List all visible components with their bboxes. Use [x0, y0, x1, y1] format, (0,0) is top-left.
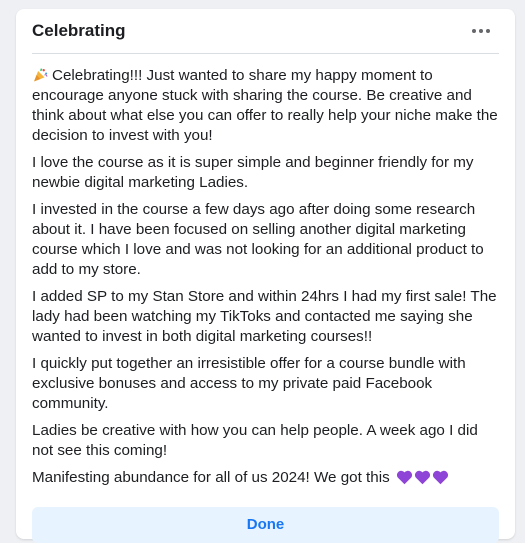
post-paragraph: I quickly put together an irresistible o… [32, 355, 466, 412]
purple-heart-icon [432, 470, 448, 485]
post-paragraph: Celebrating!!! Just wanted to share my h… [32, 66, 501, 146]
post-header: Celebrating [32, 9, 499, 54]
more-dot [479, 29, 483, 33]
more-horizontal-icon [472, 29, 476, 33]
purple-heart-icon [396, 470, 412, 485]
post-body: Celebrating!!! Just wanted to share my h… [32, 66, 501, 495]
post-paragraph: I love the course as it is super simple … [32, 154, 474, 191]
hearts-group [396, 469, 449, 486]
more-dot [486, 29, 490, 33]
more-options-button[interactable] [467, 18, 495, 44]
post-paragraph: Ladies be creative with how you can help… [32, 422, 478, 459]
paragraph-text: Celebrating!!! Just wanted to share my h… [32, 67, 498, 144]
post-card: Celebrating Celebrating!!! Just wanted t… [16, 9, 515, 543]
party-popper-icon [34, 68, 48, 82]
post-title: Celebrating [32, 21, 126, 40]
done-button[interactable]: Done [32, 507, 499, 543]
post-paragraph: Manifesting abundance for all of us 2024… [32, 468, 501, 488]
post-paragraph: I invested in the course a few days ago … [32, 201, 484, 278]
paragraph-text: Manifesting abundance for all of us 2024… [32, 469, 390, 486]
purple-heart-icon [414, 470, 430, 485]
post-paragraph: I added SP to my Stan Store and within 2… [32, 288, 497, 345]
